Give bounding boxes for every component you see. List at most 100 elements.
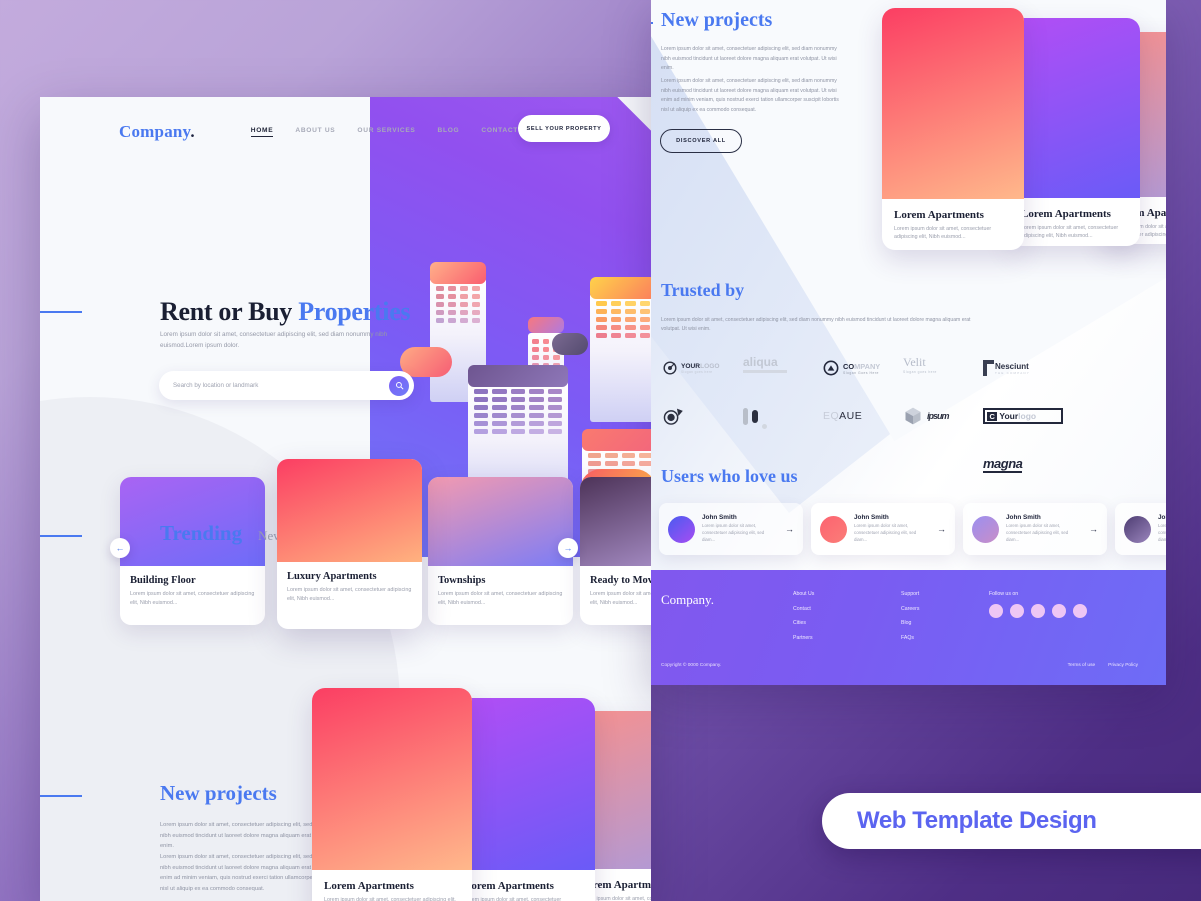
project-card[interactable]: Lorem Apartments Lorem ipsum dolor sit a…: [452, 698, 595, 901]
testimonial-card[interactable]: John Smith Lorem ipsum dolor sit amet, c…: [659, 503, 803, 555]
testimonial-text: John Smith Lorem ipsum dolor sit amet, c…: [702, 514, 778, 543]
testimonial-card[interactable]: John Smith Lorem ipsum dolor sit amet, c…: [963, 503, 1107, 555]
bar-icon: [762, 424, 767, 429]
logo-abstract-bars: [743, 403, 823, 429]
card-desc: Lorem ipsum dolor sit amet, consectetuer…: [1021, 225, 1119, 240]
footer-link-privacy-policy[interactable]: Privacy Policy: [1108, 663, 1138, 668]
logo-badge: C: [987, 411, 998, 421]
rp-new-projects-paragraph-1: Lorem ipsum dolor sit amet, consectetuer…: [661, 46, 837, 72]
card-desc: Lorem ipsum dolor sit amet, consectetuer…: [438, 591, 563, 606]
footer-copyright: Copyright © 0000 Company.: [661, 663, 722, 668]
target-icon: [663, 361, 677, 375]
carousel-next-button[interactable]: →: [558, 538, 578, 558]
rp-new-projects-title: New projects: [661, 9, 773, 31]
building-roof: [528, 317, 564, 333]
testimonial-text: John Smith Lorem ipsum dolor sit amet, c…: [1158, 514, 1166, 543]
navbar: Company. HOME ABOUT US OUR SERVICES BLOG…: [40, 97, 651, 167]
testimonial-arrow-icon[interactable]: →: [937, 524, 946, 534]
footer-column-company: About Us Contact Cities Partners: [793, 591, 814, 649]
card-title: Building Floor: [130, 575, 196, 586]
logo-text: aliqua: [743, 355, 778, 369]
testimonial-name: John Smith: [1006, 514, 1041, 522]
rp-project-card[interactable]: Lorem Apartments Lorem ipsum dolor sit a…: [1009, 18, 1140, 246]
testimonial-name: John Smith: [1158, 514, 1166, 522]
corner-icon: [983, 360, 994, 376]
nav-item-our-services[interactable]: OUR SERVICES: [357, 127, 415, 137]
banner-label: Web Template Design: [857, 807, 1097, 834]
nav-item-about-us[interactable]: ABOUT US: [295, 127, 335, 137]
linkedin-icon[interactable]: [1052, 604, 1066, 618]
testimonial-arrow-icon[interactable]: →: [1089, 524, 1098, 534]
logo-nesciunt: Nesciunt THE COMPANY: [983, 355, 1063, 381]
rp-project-card[interactable]: Lorem Apartments Lorem ipsum dolor sit a…: [882, 8, 1024, 250]
card-image: [580, 477, 651, 566]
logo-slogan: Slogan goes here: [681, 369, 713, 374]
search-input[interactable]: [173, 382, 353, 389]
footer-brand[interactable]: Company.: [661, 592, 714, 608]
trending-accent-line: [40, 535, 82, 537]
logo-text: Nesciunt: [995, 361, 1029, 371]
window-grid: [430, 278, 486, 331]
logo-text-strong: Your: [999, 411, 1019, 421]
logo-slogan: THE COMPANY: [995, 370, 1030, 375]
logo-text-strong: CO: [843, 361, 855, 371]
carousel-prev-button[interactable]: ←: [110, 538, 130, 558]
logo-magna: magna: [983, 451, 1063, 477]
testimonial-quote: Lorem ipsum dolor sit amet, consectetuer…: [854, 523, 917, 542]
footer-follow-label: Follow us on: [989, 591, 1019, 597]
trending-card[interactable]: Luxury Apartments Lorem ipsum dolor sit …: [277, 459, 422, 629]
footer-link-support[interactable]: Support: [901, 591, 919, 597]
logo-text-strong: AUE: [839, 410, 863, 422]
trending-card[interactable]: Townships Lorem ipsum dolor sit amet, co…: [428, 477, 573, 625]
nav-item-home[interactable]: HOME: [251, 127, 274, 137]
rp-discover-all-button[interactable]: DISCOVER ALL: [660, 129, 742, 153]
brand-logo[interactable]: Company.: [119, 122, 195, 142]
trending-card[interactable]: Building Floor Lorem ipsum dolor sit ame…: [120, 477, 265, 625]
building-roof: [590, 277, 651, 299]
search-bar: [159, 371, 414, 400]
hero-subtitle: Lorem ipsum dolor sit amet, consectetuer…: [160, 331, 388, 350]
twitter-icon[interactable]: [1010, 604, 1024, 618]
logo-text-light: LOGO: [700, 362, 720, 370]
footer-link-blog[interactable]: Blog: [901, 620, 919, 626]
footer-link-faqs[interactable]: FAQs: [901, 635, 919, 641]
nav-links: HOME ABOUT US OUR SERVICES BLOG CONTACT: [251, 127, 518, 137]
nav-item-blog[interactable]: BLOG: [438, 127, 460, 137]
left-page-mockup: Company. HOME ABOUT US OUR SERVICES BLOG…: [40, 97, 651, 901]
card-body: Lorem Apartments Lorem ipsum dolor sit a…: [312, 870, 472, 901]
footer-link-partners[interactable]: Partners: [793, 635, 814, 641]
building-roof: [468, 365, 568, 387]
testimonial-card[interactable]: John Smith Lorem ipsum dolor sit amet, c…: [1115, 503, 1166, 555]
testimonial-card[interactable]: John Smith Lorem ipsum dolor sit amet, c…: [811, 503, 955, 555]
cloud-dark-icon: [552, 333, 588, 355]
logo-velit: Velit Slogan goes here: [903, 355, 983, 381]
logo-text: ipsum: [927, 411, 949, 421]
logo-slogan: Slogan Goes Here: [843, 370, 879, 375]
logo-aliqua: aliqua: [743, 355, 823, 381]
footer-link-cities[interactable]: Cities: [793, 620, 814, 626]
card-desc: Lorem ipsum dolor sit amet, consectetuer…: [287, 587, 412, 602]
footer-link-contact[interactable]: Contact: [793, 606, 814, 612]
footer-link-careers[interactable]: Careers: [901, 606, 919, 612]
card-title: Townships: [438, 575, 486, 586]
facebook-icon[interactable]: [989, 604, 1003, 618]
footer: Company. About Us Contact Cities Partner…: [651, 570, 1166, 685]
trending-card[interactable]: Ready to Move Lorem ipsum dolor sit amet…: [580, 477, 651, 625]
search-button[interactable]: [389, 375, 409, 396]
testimonial-arrow-icon[interactable]: →: [785, 524, 794, 534]
footer-social-icons: [989, 604, 1087, 618]
testimonial-quote: Lorem ipsum dolor sit amet, consectetuer…: [702, 523, 765, 542]
trusted-by-description: Lorem ipsum dolor sit amet, consectetuer…: [661, 317, 971, 333]
search-icon: [395, 382, 403, 390]
youtube-icon[interactable]: [1073, 604, 1087, 618]
footer-link-about-us[interactable]: About Us: [793, 591, 814, 597]
card-title: Ready to Move: [590, 575, 651, 586]
testimonial-text: John Smith Lorem ipsum dolor sit amet, c…: [854, 514, 930, 543]
nav-item-contact[interactable]: CONTACT: [481, 127, 518, 137]
card-title: Lorem Apartments: [464, 880, 554, 892]
footer-link-terms-of-use[interactable]: Terms of use: [1068, 663, 1095, 668]
instagram-icon[interactable]: [1031, 604, 1045, 618]
project-card[interactable]: Lorem Apartments Lorem ipsum dolor sit a…: [312, 688, 472, 901]
trusted-by-title: Trusted by: [661, 280, 745, 300]
card-image: [277, 459, 422, 562]
